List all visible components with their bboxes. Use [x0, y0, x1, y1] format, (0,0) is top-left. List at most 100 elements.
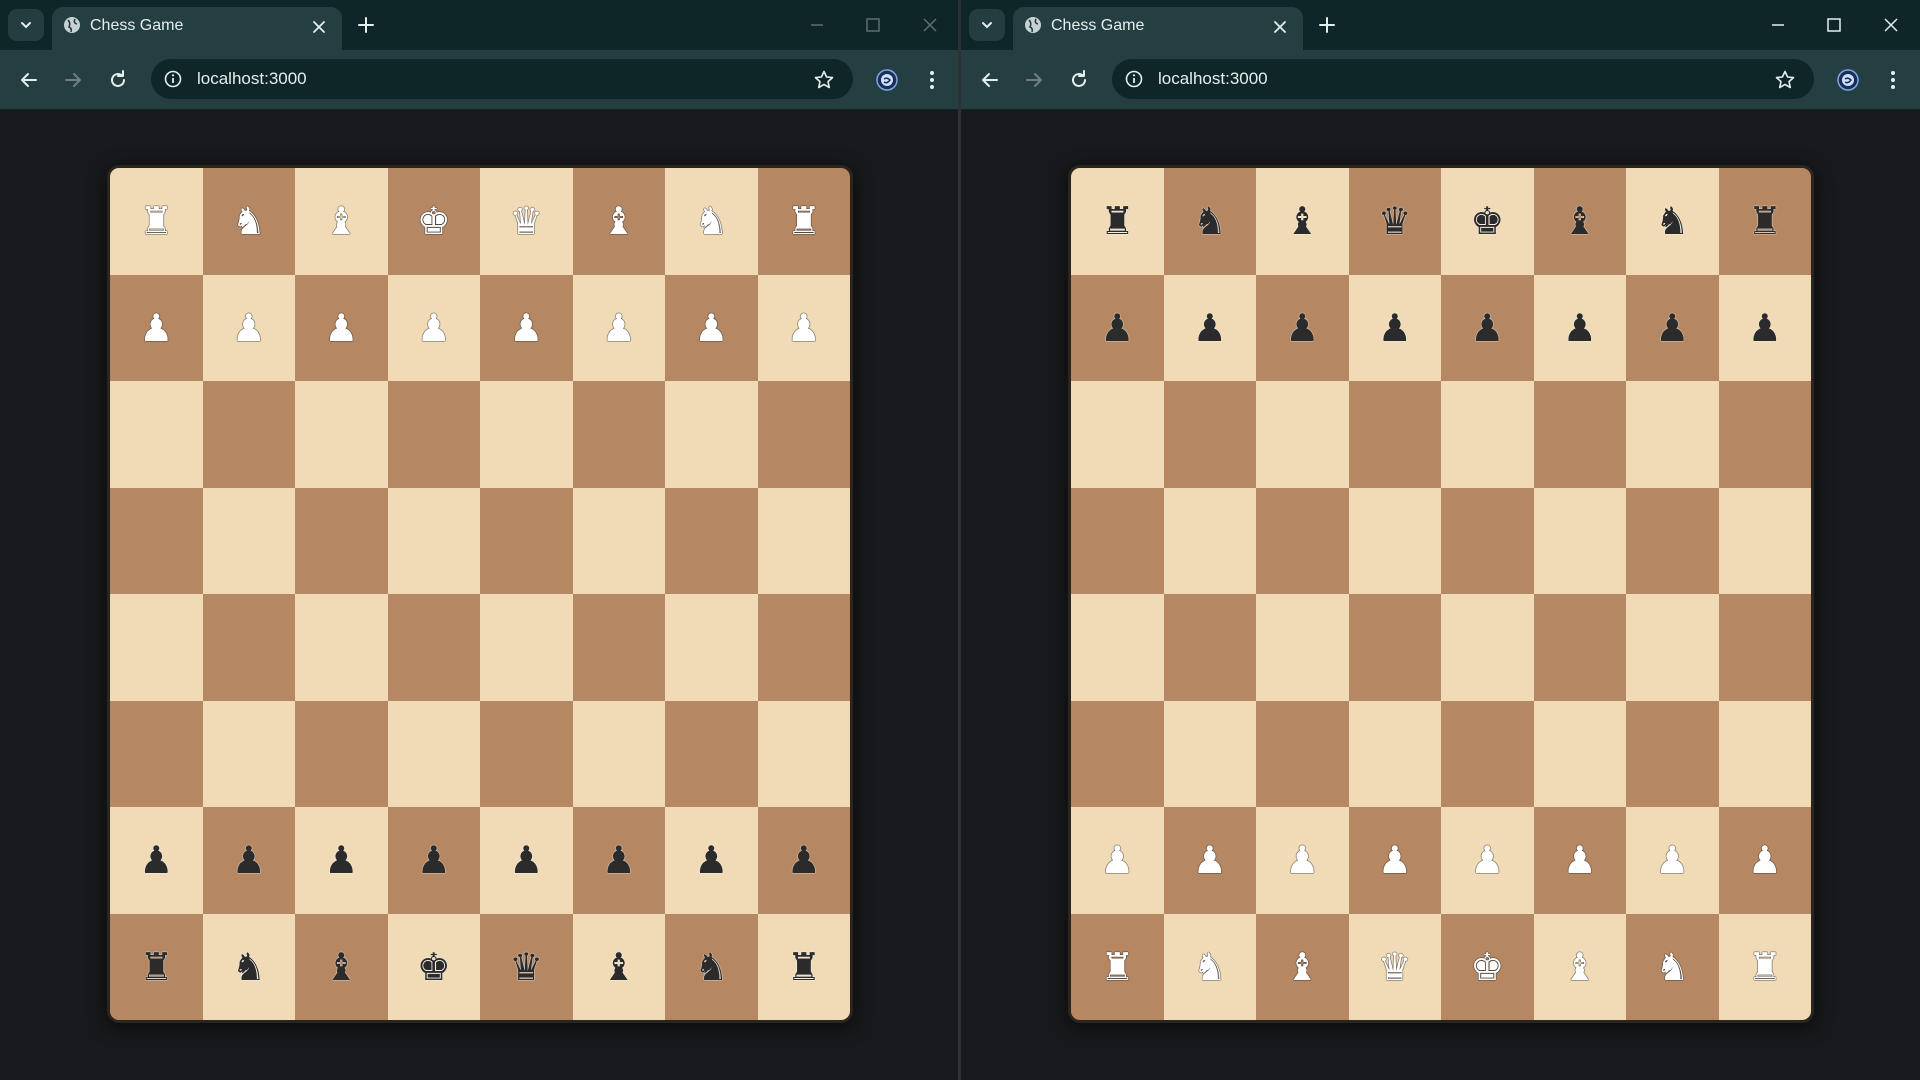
white-king-icon[interactable]: ♚ [1470, 948, 1504, 986]
square-e6[interactable] [480, 381, 573, 488]
white-bishop-icon[interactable]: ♝ [602, 202, 636, 240]
square-c6[interactable] [295, 381, 388, 488]
square-h8[interactable]: ♜ [1718, 168, 1811, 275]
black-pawn-icon[interactable]: ♟ [139, 841, 173, 879]
square-g6[interactable] [665, 381, 758, 488]
square-a6[interactable] [110, 381, 203, 488]
white-pawn-icon[interactable]: ♟ [139, 309, 173, 347]
square-b7[interactable]: ♟ [1163, 274, 1256, 381]
square-g3[interactable] [1626, 700, 1719, 807]
square-e6[interactable] [1441, 381, 1534, 488]
black-bishop-icon[interactable]: ♝ [324, 948, 358, 986]
black-king-icon[interactable]: ♚ [1470, 202, 1504, 240]
black-pawn-icon[interactable]: ♟ [1100, 309, 1134, 347]
white-rook-icon[interactable]: ♜ [787, 202, 821, 240]
square-a3[interactable] [1071, 700, 1164, 807]
square-g6[interactable] [1626, 381, 1719, 488]
square-d1[interactable]: ♛ [1348, 913, 1441, 1020]
square-a1[interactable]: ♜ [110, 913, 203, 1020]
black-knight-icon[interactable]: ♞ [1655, 202, 1689, 240]
reload-icon[interactable] [1067, 68, 1091, 92]
white-rook-icon[interactable]: ♜ [1748, 948, 1782, 986]
square-a6[interactable] [1071, 381, 1164, 488]
square-g1[interactable]: ♞ [665, 913, 758, 1020]
square-h8[interactable]: ♜ [757, 168, 850, 275]
white-pawn-icon[interactable]: ♟ [1470, 841, 1504, 879]
white-knight-icon[interactable]: ♞ [232, 202, 266, 240]
square-d7[interactable]: ♟ [387, 274, 480, 381]
square-h6[interactable] [1718, 381, 1811, 488]
black-rook-icon[interactable]: ♜ [787, 948, 821, 986]
square-d6[interactable] [387, 381, 480, 488]
square-e5[interactable] [1441, 487, 1534, 594]
white-rook-icon[interactable]: ♜ [139, 202, 173, 240]
square-f5[interactable] [572, 487, 665, 594]
square-c3[interactable] [295, 700, 388, 807]
maximize-icon[interactable] [862, 14, 884, 36]
square-e4[interactable] [1441, 594, 1534, 701]
square-b1[interactable]: ♞ [1163, 913, 1256, 1020]
white-king-icon[interactable]: ♚ [417, 202, 451, 240]
square-f6[interactable] [1533, 381, 1626, 488]
square-a8[interactable]: ♜ [110, 168, 203, 275]
kebab-menu-icon[interactable] [1881, 68, 1905, 92]
arrow-left-icon[interactable] [978, 68, 1002, 92]
white-pawn-icon[interactable]: ♟ [694, 309, 728, 347]
square-f3[interactable] [572, 700, 665, 807]
plus-icon[interactable] [1315, 13, 1339, 37]
square-g3[interactable] [665, 700, 758, 807]
square-f4[interactable] [572, 594, 665, 701]
extension-icon[interactable] [1836, 68, 1860, 92]
square-g7[interactable]: ♟ [665, 274, 758, 381]
black-knight-icon[interactable]: ♞ [1193, 202, 1227, 240]
white-pawn-icon[interactable]: ♟ [1285, 841, 1319, 879]
black-pawn-icon[interactable]: ♟ [1378, 309, 1412, 347]
square-d8[interactable]: ♚ [387, 168, 480, 275]
minimize-icon[interactable] [806, 14, 828, 36]
square-g2[interactable]: ♟ [1626, 807, 1719, 914]
square-f5[interactable] [1533, 487, 1626, 594]
square-d5[interactable] [1348, 487, 1441, 594]
white-knight-icon[interactable]: ♞ [1193, 948, 1227, 986]
white-pawn-icon[interactable]: ♟ [1100, 841, 1134, 879]
square-f2[interactable]: ♟ [1533, 807, 1626, 914]
square-g2[interactable]: ♟ [665, 807, 758, 914]
square-d1[interactable]: ♚ [387, 913, 480, 1020]
black-bishop-icon[interactable]: ♝ [1563, 202, 1597, 240]
black-pawn-icon[interactable]: ♟ [509, 841, 543, 879]
square-b2[interactable]: ♟ [202, 807, 295, 914]
square-a4[interactable] [1071, 594, 1164, 701]
black-pawn-icon[interactable]: ♟ [232, 841, 266, 879]
white-queen-icon[interactable]: ♛ [1378, 948, 1412, 986]
square-e2[interactable]: ♟ [480, 807, 573, 914]
white-pawn-icon[interactable]: ♟ [602, 309, 636, 347]
square-h2[interactable]: ♟ [1718, 807, 1811, 914]
black-pawn-icon[interactable]: ♟ [602, 841, 636, 879]
black-rook-icon[interactable]: ♜ [139, 948, 173, 986]
square-g5[interactable] [665, 487, 758, 594]
square-a4[interactable] [110, 594, 203, 701]
square-g1[interactable]: ♞ [1626, 913, 1719, 1020]
white-pawn-icon[interactable]: ♟ [232, 309, 266, 347]
address-bar[interactable]: localhost:3000 [151, 59, 853, 99]
square-d8[interactable]: ♛ [1348, 168, 1441, 275]
square-h4[interactable] [1718, 594, 1811, 701]
square-b4[interactable] [1163, 594, 1256, 701]
square-f3[interactable] [1533, 700, 1626, 807]
star-icon[interactable] [1774, 69, 1796, 91]
square-c5[interactable] [1256, 487, 1349, 594]
square-b6[interactable] [202, 381, 295, 488]
address-bar[interactable]: localhost:3000 [1112, 59, 1814, 99]
square-d2[interactable]: ♟ [387, 807, 480, 914]
square-d2[interactable]: ♟ [1348, 807, 1441, 914]
square-g4[interactable] [1626, 594, 1719, 701]
square-b1[interactable]: ♞ [202, 913, 295, 1020]
square-g8[interactable]: ♞ [665, 168, 758, 275]
square-f1[interactable]: ♝ [1533, 913, 1626, 1020]
white-pawn-icon[interactable]: ♟ [1193, 841, 1227, 879]
reload-icon[interactable] [106, 68, 130, 92]
square-e2[interactable]: ♟ [1441, 807, 1534, 914]
square-a7[interactable]: ♟ [1071, 274, 1164, 381]
square-e7[interactable]: ♟ [1441, 274, 1534, 381]
square-d4[interactable] [387, 594, 480, 701]
